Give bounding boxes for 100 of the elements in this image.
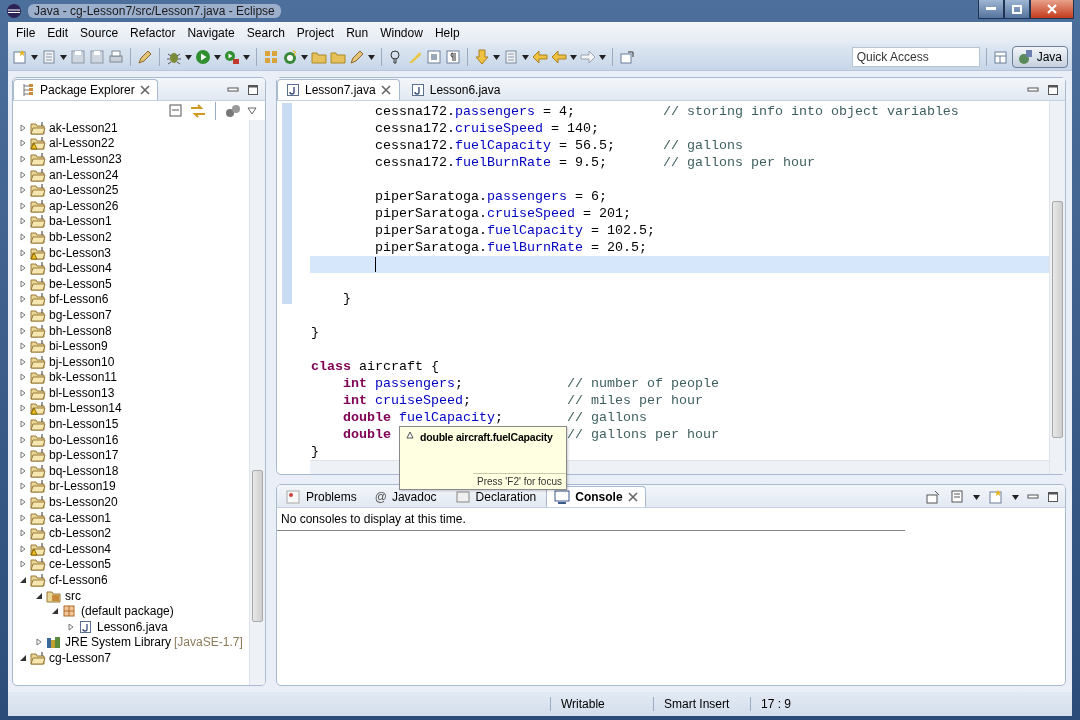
caret-icon[interactable] [522, 54, 529, 60]
collapsed-arrow-icon[interactable] [19, 295, 27, 304]
menu-item[interactable]: Search [240, 26, 291, 40]
new-file-icon[interactable] [988, 489, 1004, 505]
collapsed-arrow-icon[interactable] [19, 279, 27, 288]
caret-icon[interactable] [301, 54, 308, 60]
tree-item[interactable]: bc-Lesson3 [49, 245, 112, 260]
caret-icon[interactable] [243, 54, 250, 60]
collapsed-arrow-icon[interactable] [19, 264, 27, 273]
collapsed-arrow-icon[interactable] [19, 186, 27, 195]
collapsed-arrow-icon[interactable] [19, 357, 27, 366]
pin-icon[interactable] [925, 489, 941, 505]
caret-icon[interactable] [493, 54, 500, 60]
expanded-arrow-icon[interactable] [51, 607, 59, 616]
menu-item[interactable]: Project [290, 26, 341, 40]
collapsed-arrow-icon[interactable] [19, 201, 27, 210]
close-icon[interactable] [627, 492, 638, 502]
tree-item[interactable]: bo-Lesson16 [49, 432, 119, 447]
minimize-button[interactable] [978, 0, 1004, 19]
caret-icon[interactable] [31, 54, 38, 60]
tree-item[interactable]: bp-Lesson17 [49, 448, 119, 463]
tree-item[interactable]: bg-Lesson7 [49, 307, 112, 322]
tree-item[interactable]: bh-Lesson8 [49, 323, 112, 338]
tree-item[interactable]: ba-Lesson1 [49, 214, 112, 229]
tree-item[interactable]: cb-Lesson2 [49, 526, 112, 541]
maximize-icon[interactable] [1047, 491, 1059, 503]
tree-item[interactable]: bk-Lesson11 [49, 370, 117, 385]
maximize-button[interactable] [1004, 0, 1030, 19]
caret-icon[interactable] [214, 54, 221, 60]
tree-item[interactable]: be-Lesson5 [49, 276, 112, 291]
collapsed-arrow-icon[interactable] [67, 622, 75, 631]
problems-icon[interactable] [285, 489, 301, 505]
display-icon[interactable] [949, 489, 965, 505]
tree-item[interactable]: ak-Lesson21 [49, 120, 118, 135]
run-tool-icon[interactable] [224, 49, 240, 65]
expanded-arrow-icon[interactable] [19, 576, 27, 584]
menu-item[interactable]: Navigate [181, 26, 241, 40]
collapsed-arrow-icon[interactable] [19, 342, 27, 351]
menu-item[interactable]: Source [74, 26, 125, 40]
tree-item[interactable]: ao-Lesson25 [49, 183, 119, 198]
view-menu-icon[interactable] [247, 106, 257, 115]
tree-item[interactable]: al-Lesson22 [49, 136, 115, 151]
collapsed-arrow-icon[interactable] [19, 310, 27, 319]
collapsed-arrow-icon[interactable] [19, 139, 27, 148]
collapsed-arrow-icon[interactable] [19, 155, 27, 163]
view-tab[interactable]: Declaration [446, 486, 545, 507]
tree-item[interactable]: (default package) [81, 604, 174, 619]
close-icon[interactable] [380, 85, 391, 95]
collapsed-arrow-icon[interactable] [19, 451, 27, 460]
collapsed-arrow-icon[interactable] [19, 388, 27, 397]
maximize-icon[interactable] [1047, 84, 1059, 96]
collapsed-arrow-icon[interactable] [19, 217, 27, 226]
tree-item[interactable]: ce-Lesson5 [49, 557, 112, 572]
pilcrow-icon[interactable] [445, 49, 461, 65]
tree-item[interactable]: an-Lesson24 [49, 167, 119, 182]
collapsed-arrow-icon[interactable] [19, 326, 27, 335]
tree-item[interactable]: bd-Lesson4 [49, 261, 112, 276]
close-icon[interactable] [139, 85, 150, 95]
editor-tab[interactable]: Lesson6.java [401, 79, 510, 100]
caret-icon[interactable] [1012, 494, 1019, 500]
close-button[interactable] [1030, 0, 1074, 19]
tree-item[interactable]: ca-Lesson1 [49, 510, 112, 525]
collapsed-arrow-icon[interactable] [19, 560, 27, 569]
caret-icon[interactable] [60, 54, 67, 60]
menu-item[interactable]: Window [374, 26, 429, 40]
caret-icon[interactable] [368, 54, 375, 60]
tree-item[interactable]: bn-Lesson15 [49, 417, 119, 432]
collapsed-arrow-icon[interactable] [19, 529, 27, 538]
tree-item[interactable]: bi-Lesson9 [49, 339, 108, 354]
collapse-all-icon[interactable] [168, 102, 184, 119]
collapsed-arrow-icon[interactable] [19, 123, 27, 132]
menu-item[interactable]: Edit [41, 26, 75, 40]
collapsed-arrow-icon[interactable] [19, 420, 27, 429]
open-window-icon[interactable] [619, 49, 635, 65]
collapsed-arrow-icon[interactable] [19, 248, 27, 257]
print-icon[interactable] [108, 49, 124, 65]
class-icon[interactable] [282, 49, 298, 65]
tree-item[interactable]: br-Lesson19 [49, 479, 116, 494]
folder-icon[interactable] [330, 49, 346, 65]
expanded-arrow-icon[interactable] [35, 591, 43, 600]
menu-item[interactable]: Refactor [124, 26, 182, 40]
collapsed-arrow-icon[interactable] [19, 498, 27, 507]
tree-item[interactable]: bj-Lesson10 [49, 354, 115, 369]
filter-icon[interactable] [225, 102, 241, 119]
save-icon[interactable] [89, 49, 105, 65]
perspective-button[interactable]: Java [1011, 46, 1068, 68]
tree-item[interactable]: am-Lesson23 [49, 152, 122, 166]
link-icon[interactable] [190, 102, 206, 119]
tree-item[interactable]: bq-Lesson18 [49, 463, 119, 478]
tree-item[interactable]: cg-Lesson7 [49, 651, 112, 665]
tree-item[interactable]: JRE System Library [65, 635, 172, 650]
block-icon[interactable] [426, 49, 442, 65]
scrollbar[interactable] [1049, 101, 1065, 474]
view-tab[interactable]: @ Javadoc [366, 486, 445, 507]
collapsed-arrow-icon[interactable] [19, 482, 27, 491]
menu-item[interactable]: File [10, 26, 42, 40]
collapsed-arrow-icon[interactable] [19, 404, 27, 413]
maximize-icon[interactable] [247, 84, 259, 96]
collapsed-arrow-icon[interactable] [19, 435, 27, 444]
tree-item[interactable]: cf-Lesson6 [49, 573, 108, 587]
